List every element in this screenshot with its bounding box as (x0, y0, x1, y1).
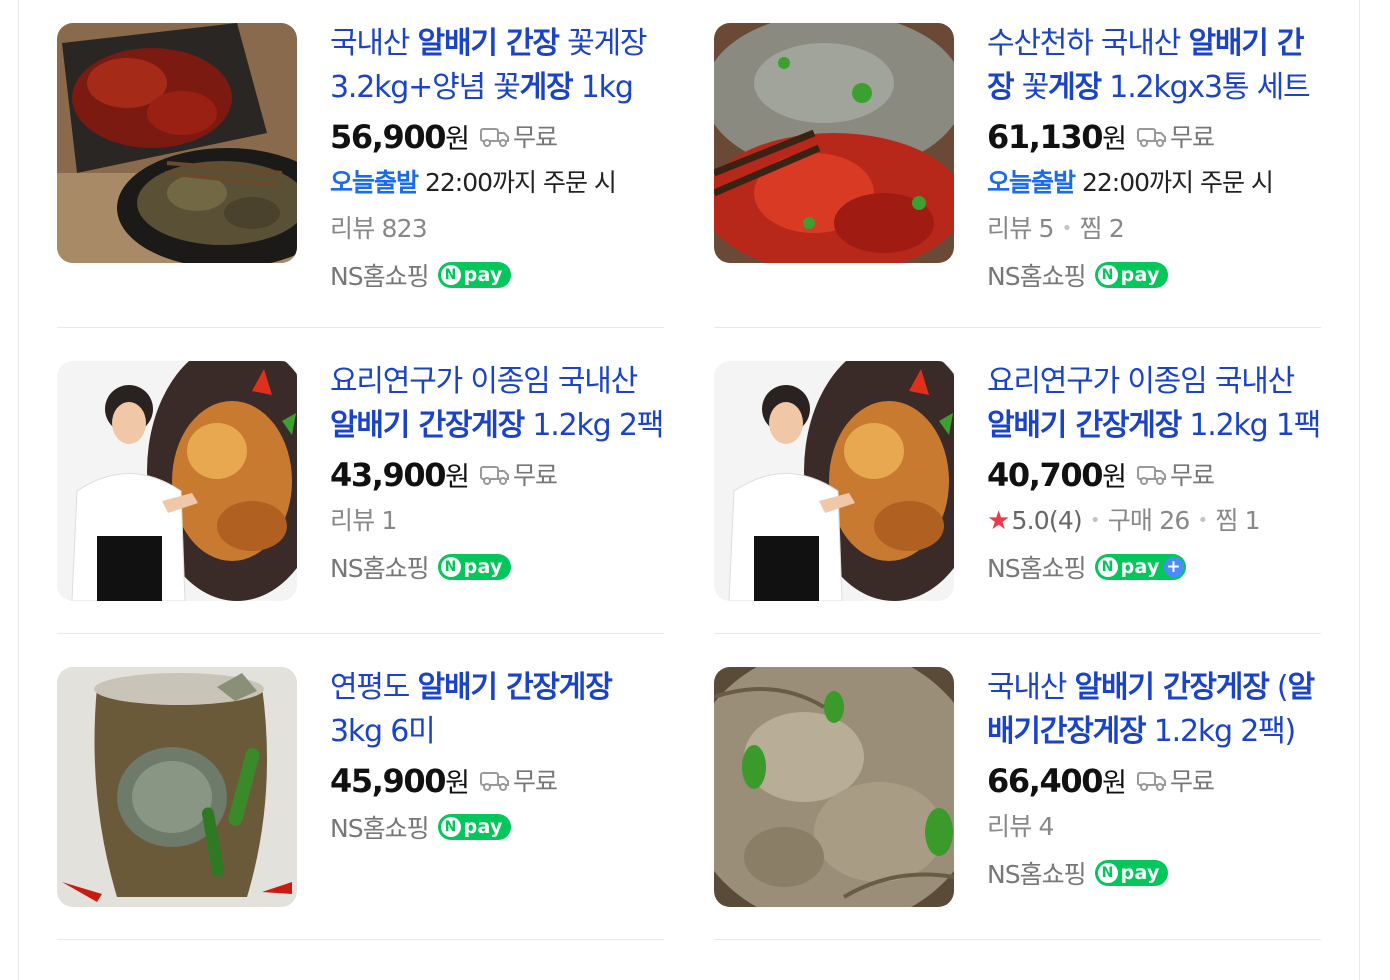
review-count[interactable]: 리뷰 823 (330, 206, 664, 252)
npay-badge: Npay (437, 814, 511, 840)
npay-n-icon: N (1097, 265, 1118, 285)
price-row: 56,900원 무료 (330, 112, 664, 160)
delivery-info: 오늘출발 22:00까지 주문 시 (330, 168, 617, 197)
chef-crab-image (57, 361, 297, 601)
product-title[interactable]: 국내산 알배기 간장 꽃게장 3.2kg+양념 꽃게장 1kg (330, 22, 664, 110)
product-card[interactable]: 수산천하 국내산 알배기 간장 꽃게장 1.2kgx3통 세트 61,130원 … (714, 0, 1321, 328)
npay-n-icon: N (1097, 557, 1118, 577)
price: 56,900원 (330, 117, 470, 156)
product-thumbnail[interactable] (714, 23, 954, 263)
price-row: 40,700원 무료 (987, 450, 1321, 498)
seller-name[interactable]: NS홈쇼핑 (330, 549, 430, 585)
product-title[interactable]: 요리연구가 이종임 국내산 알배기 간장게장 1.2kg 1팩 (987, 360, 1321, 448)
seller-row[interactable]: NS홈쇼핑 Npay (987, 850, 1321, 896)
npay-n-icon: N (440, 557, 461, 577)
free-shipping-label: 무료 (1169, 123, 1215, 152)
review-count[interactable]: 리뷰 1 (330, 498, 664, 544)
delivery-info: 오늘출발 22:00까지 주문 시 (987, 168, 1274, 197)
product-card[interactable]: 요리연구가 이종임 국내산 알배기 간장게장 1.2kg 1팩 40,700원 … (714, 328, 1321, 634)
crab-chopsticks-image (714, 23, 954, 263)
npay-n-icon: N (440, 265, 461, 285)
truck-icon (1136, 772, 1166, 791)
product-thumbnail[interactable] (714, 667, 954, 907)
seller-name[interactable]: NS홈쇼핑 (330, 257, 430, 293)
product-card[interactable]: 국내산 알배기 간장 꽃게장 3.2kg+양념 꽃게장 1kg 56,900원 … (57, 0, 664, 328)
free-shipping-label: 무료 (1169, 767, 1215, 796)
npay-badge: Npay (1094, 860, 1168, 886)
npay-n-icon: N (1097, 863, 1118, 883)
product-title[interactable]: 국내산 알배기 간장게장 (알배기간장게장 1.2kg 2팩) (987, 666, 1321, 754)
truck-icon (1136, 128, 1166, 147)
product-grid: 국내산 알배기 간장 꽃게장 3.2kg+양념 꽃게장 1kg 56,900원 … (57, 0, 1321, 940)
review-meta[interactable]: 리뷰 5 • 찜 2 (987, 206, 1321, 252)
seller-row[interactable]: NS홈쇼핑 Npay (330, 252, 664, 298)
plus-icon: + (1163, 557, 1184, 577)
price-row: 66,400원 무료 (987, 756, 1321, 804)
price-row: 43,900원 무료 (330, 450, 664, 498)
product-thumbnail[interactable] (714, 361, 954, 601)
seller-name[interactable]: NS홈쇼핑 (987, 855, 1087, 891)
npay-n-icon: N (440, 817, 461, 837)
free-shipping-label: 무료 (512, 123, 558, 152)
chef-crab-image (714, 361, 954, 601)
free-shipping-label: 무료 (512, 767, 558, 796)
star-icon: ★ (987, 506, 1010, 536)
seller-row[interactable]: NS홈쇼핑 Npay (987, 252, 1321, 298)
crab-jar-image (57, 667, 297, 907)
price: 40,700원 (987, 455, 1127, 494)
truck-icon (1136, 466, 1166, 485)
npay-badge: Npay (1094, 262, 1168, 288)
npay-plus-badge: Npay + (1094, 554, 1186, 580)
seller-row[interactable]: NS홈쇼핑 Npay (330, 544, 664, 590)
price: 45,900원 (330, 761, 470, 800)
seller-row[interactable]: NS홈쇼핑 Npay + (987, 544, 1321, 590)
rating-meta[interactable]: ★ 5.0(4) • 구매 26 • 찜 1 (987, 498, 1321, 544)
product-card[interactable]: 연평도 알배기 간장게장 3kg 6미 45,900원 무료 NS홈쇼핑 Npay (57, 634, 664, 940)
review-count[interactable]: 리뷰 4 (987, 804, 1321, 850)
truck-icon (479, 772, 509, 791)
seller-name[interactable]: NS홈쇼핑 (987, 549, 1087, 585)
price-row: 61,130원 무료 (987, 112, 1321, 160)
price: 43,900원 (330, 455, 470, 494)
product-thumbnail[interactable] (57, 667, 297, 907)
product-title[interactable]: 요리연구가 이종임 국내산 알배기 간장게장 1.2kg 2팩 (330, 360, 664, 448)
crab-spicy-plate-image (57, 23, 297, 263)
product-title[interactable]: 수산천하 국내산 알배기 간장 꽃게장 1.2kgx3통 세트 (987, 22, 1321, 110)
truck-icon (479, 128, 509, 147)
price: 61,130원 (987, 117, 1127, 156)
seller-row[interactable]: NS홈쇼핑 Npay (330, 804, 664, 850)
product-card[interactable]: 국내산 알배기 간장게장 (알배기간장게장 1.2kg 2팩) 66,400원 … (714, 634, 1321, 940)
seller-name[interactable]: NS홈쇼핑 (987, 257, 1087, 293)
crab-closeup-image (714, 667, 954, 907)
seller-name[interactable]: NS홈쇼핑 (330, 809, 430, 845)
product-thumbnail[interactable] (57, 23, 297, 263)
free-shipping-label: 무료 (512, 461, 558, 490)
product-title[interactable]: 연평도 알배기 간장게장 3kg 6미 (330, 666, 664, 754)
price: 66,400원 (987, 761, 1127, 800)
price-row: 45,900원 무료 (330, 756, 664, 804)
truck-icon (479, 466, 509, 485)
npay-badge: Npay (437, 554, 511, 580)
free-shipping-label: 무료 (1169, 461, 1215, 490)
product-card[interactable]: 요리연구가 이종임 국내산 알배기 간장게장 1.2kg 2팩 43,900원 … (57, 328, 664, 634)
product-thumbnail[interactable] (57, 361, 297, 601)
rating-value: 5.0(4) (1011, 506, 1083, 535)
npay-badge: Npay (437, 262, 511, 288)
